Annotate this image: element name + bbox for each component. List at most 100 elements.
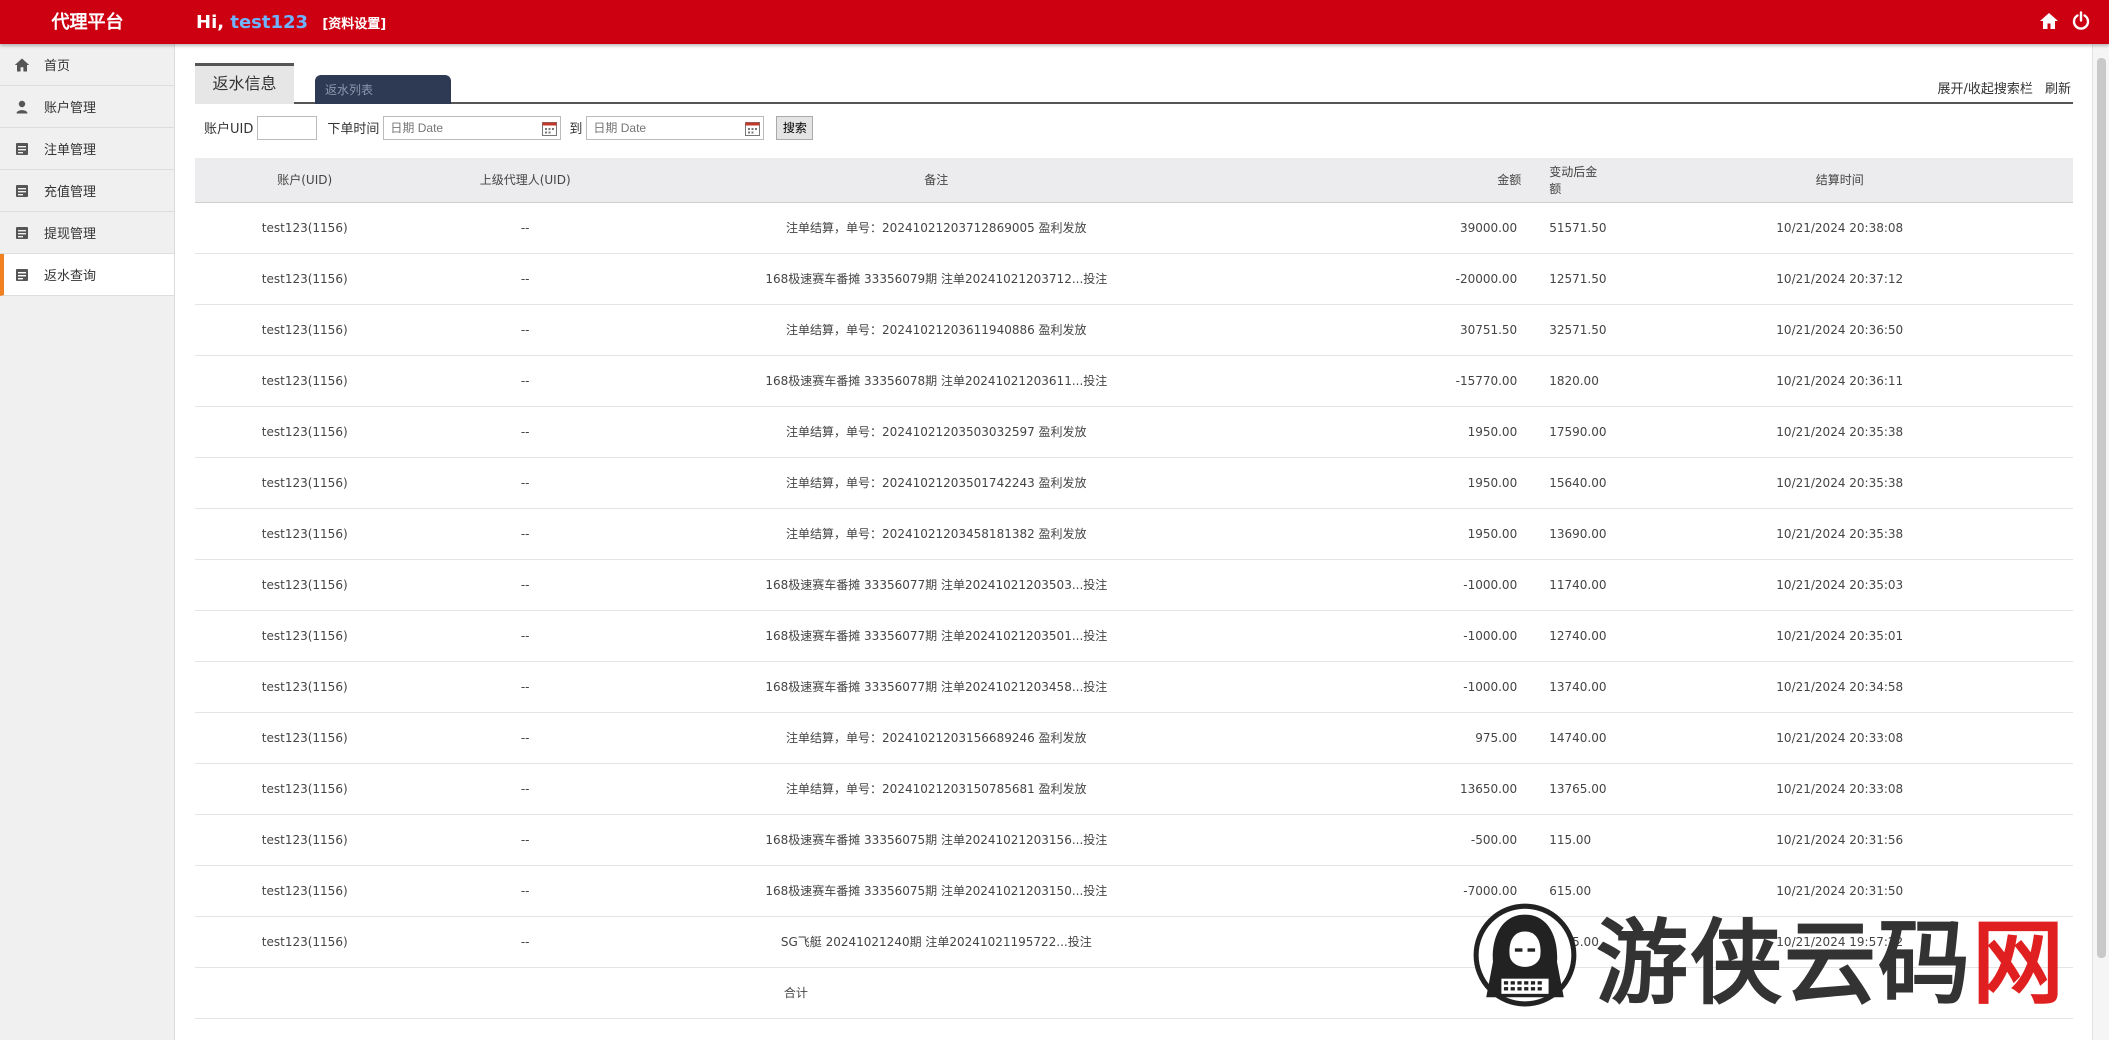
cell-settle-time: 10/21/2024 20:35:01 [1606, 610, 2073, 662]
cell-parent-agent: -- [414, 304, 636, 356]
sidebar-item-deposit[interactable]: 充值管理 [0, 170, 174, 212]
cell-amount: -1000.00 [1236, 610, 1550, 662]
cell-balance-after: 12740.00 [1549, 610, 1607, 662]
cell-parent-agent: -- [414, 253, 636, 305]
username-link[interactable]: test123 [230, 12, 308, 33]
sidebar-item-label: 注单管理 [44, 143, 97, 158]
home-icon [14, 57, 30, 73]
cell-remark: 168极速赛车番摊 33356077期 注单20241021203458...投… [635, 661, 1237, 713]
main-content: 返水信息 返水列表 展开/收起搜索栏 刷新 账户UID 下单时间 到 搜索 账户… [195, 44, 2073, 1019]
cell-remark: 注单结算，单号：20241021203156689246 盈利发放 [635, 712, 1237, 764]
cell-parent-agent: -- [414, 508, 636, 560]
table-row: test123(1156) -- 168极速赛车番摊 33356078期 注单202… [195, 355, 2073, 407]
cell-settle-time: 10/21/2024 20:33:08 [1606, 763, 2073, 815]
cell-amount: -20000.00 [1236, 253, 1550, 305]
table-row: test123(1156) -- 注单结算，单号：20241021203503032… [195, 406, 2073, 458]
cell-account: test123(1156) [195, 712, 415, 764]
cell-remark: 168极速赛车番摊 33356077期 注单20241021203501...投… [635, 610, 1237, 662]
top-bar: 代理平台 Hi, test123 [资料设置] [0, 0, 2109, 44]
cell-amount: 39000.00 [1236, 202, 1550, 254]
power-icon[interactable] [2071, 11, 2091, 31]
cell-balance-after: 1820.00 [1549, 355, 1607, 407]
sidebar-item-orders[interactable]: 注单管理 [0, 128, 174, 170]
cell-amount: 1950.00 [1236, 457, 1550, 509]
toggle-search-link[interactable]: 展开/收起搜索栏 [1937, 82, 2032, 97]
cell-account: test123(1156) [195, 559, 415, 611]
col-amount: 金额 [1236, 158, 1550, 203]
cell-amount: -15770.00 [1236, 355, 1550, 407]
cell-amount: 13650.00 [1236, 763, 1550, 815]
user-icon [14, 99, 30, 115]
table-row: test123(1156) -- 注单结算，单号：20241021203611940… [195, 304, 2073, 356]
cell-amount: -1000.00 [1236, 559, 1550, 611]
tab-rebate-info[interactable]: 返水信息 [195, 63, 294, 104]
cell-remark: 168极速赛车番摊 33356075期 注单20241021203150...投… [635, 865, 1237, 917]
scrollbar-thumb[interactable] [2097, 58, 2106, 958]
vertical-scrollbar[interactable] [2092, 44, 2109, 1040]
cell-balance-after: 13740.00 [1549, 661, 1607, 713]
tab-rebate-list[interactable]: 返水列表 [315, 75, 451, 104]
cell-balance-after: 12571.50 [1549, 253, 1607, 305]
search-button[interactable]: 搜索 [776, 115, 814, 140]
table-row: test123(1156) -- 注单结算，单号：20241021203501742… [195, 457, 2073, 509]
cell-balance-after: 13690.00 [1549, 508, 1607, 560]
cell-settle-time: 10/21/2024 20:35:38 [1606, 457, 2073, 509]
table-row: test123(1156) -- 注单结算，单号：20241021203156689… [195, 712, 2073, 764]
end-date-input[interactable] [587, 116, 764, 139]
cell-remark: 168极速赛车番摊 33356079期 注单20241021203712...投… [635, 253, 1237, 305]
cell-account: test123(1156) [195, 661, 415, 713]
cell-amount: 1950.00 [1236, 406, 1550, 458]
cell-account: test123(1156) [195, 355, 415, 407]
cell-balance-after: 11740.00 [1549, 559, 1607, 611]
refresh-link[interactable]: 刷新 [2045, 82, 2071, 97]
calendar-icon[interactable] [745, 121, 761, 136]
cell-balance-after: 17590.00 [1549, 406, 1607, 458]
cell-parent-agent: -- [414, 712, 636, 764]
calendar-icon[interactable] [542, 121, 558, 136]
table-row: test123(1156) -- 注单结算，单号：20241021203712869… [195, 202, 2073, 254]
cell-account: test123(1156) [195, 610, 415, 662]
cell-account: test123(1156) [195, 253, 415, 305]
search-bar: 账户UID 下单时间 到 搜索 [195, 104, 2073, 151]
watermark-text: 游侠云码网 [1595, 910, 2066, 1017]
cell-parent-agent: -- [414, 661, 636, 713]
cell-account: test123(1156) [195, 865, 415, 917]
table-row: test123(1156) -- 168极速赛车番摊 33356077期 注单202… [195, 559, 2073, 611]
document-icon [14, 225, 30, 241]
cell-account: test123(1156) [195, 508, 415, 560]
col-balance-after: 变动后金额 [1549, 158, 1607, 203]
cell-parent-agent: -- [414, 916, 636, 968]
cell-account: test123(1156) [195, 406, 415, 458]
cell-settle-time: 10/21/2024 20:38:08 [1606, 202, 2073, 254]
total-label: 合计 [195, 967, 1237, 1019]
start-date-field[interactable] [383, 115, 562, 140]
cell-amount: 1950.00 [1236, 508, 1550, 560]
cell-account: test123(1156) [195, 916, 415, 968]
tab-bar: 返水信息 返水列表 展开/收起搜索栏 刷新 [195, 44, 2073, 104]
cell-remark: 注单结算，单号：20241021203503032597 盈利发放 [635, 406, 1237, 458]
sidebar-item-label: 返水查询 [44, 269, 97, 284]
cell-parent-agent: -- [414, 610, 636, 662]
cell-settle-time: 10/21/2024 20:34:58 [1606, 661, 2073, 713]
uid-input[interactable] [257, 115, 318, 140]
home-icon[interactable] [2039, 11, 2059, 31]
start-date-input[interactable] [384, 116, 561, 139]
sidebar-item-label: 提现管理 [44, 227, 97, 242]
cell-settle-time: 10/21/2024 20:36:50 [1606, 304, 2073, 356]
end-date-field[interactable] [586, 115, 765, 140]
cell-remark: 注单结算，单号：20241021203501742243 盈利发放 [635, 457, 1237, 509]
hooded-figure-logo-icon [1473, 903, 1577, 1007]
col-parent-agent: 上级代理人(UID) [414, 158, 636, 203]
cell-settle-time: 10/21/2024 20:33:08 [1606, 712, 2073, 764]
cell-settle-time: 10/21/2024 20:35:03 [1606, 559, 2073, 611]
table-row: test123(1156) -- 168极速赛车番摊 33356079期 注单202… [195, 253, 2073, 305]
sidebar-item-home[interactable]: 首页 [0, 44, 174, 86]
sidebar-item-withdraw[interactable]: 提现管理 [0, 212, 174, 254]
greeting-text: Hi, [196, 12, 225, 33]
sidebar-item-rebate[interactable]: 返水查询 [0, 254, 174, 296]
sidebar-item-account[interactable]: 账户管理 [0, 86, 174, 128]
cell-parent-agent: -- [414, 406, 636, 458]
profile-settings-link[interactable]: [资料设置] [322, 17, 386, 32]
cell-remark: 注单结算，单号：20241021203150785681 盈利发放 [635, 763, 1237, 815]
cell-settle-time: 10/21/2024 20:31:56 [1606, 814, 2073, 866]
